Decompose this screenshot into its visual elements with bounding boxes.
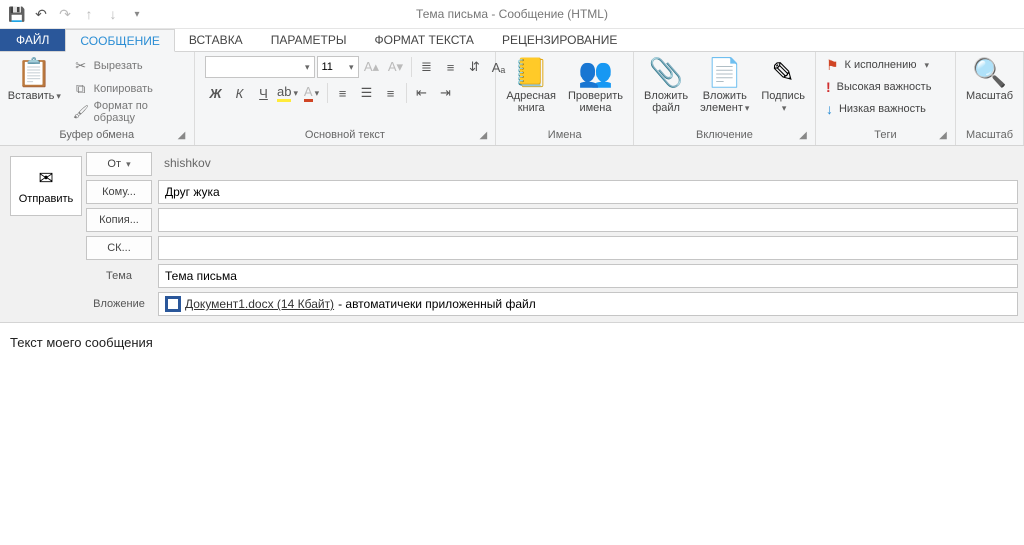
low-importance-button[interactable]: ↓Низкая важность [820,98,951,120]
zoom-button[interactable]: 🔍 Масштаб [960,54,1019,104]
attach-file-button[interactable]: 📎 Вложить файл [638,54,694,116]
high-importance-icon: ! [826,79,831,95]
follow-up-button[interactable]: ⚑К исполнению▾ [820,54,951,76]
numbering-button[interactable]: ≡ [440,56,462,78]
align-right-button[interactable]: ≡ [380,82,402,104]
to-button[interactable]: Кому... [86,180,152,204]
message-header: ✉ Отправить От ▾ shishkov Кому... Копия.… [0,146,1024,323]
group-clipboard: 📋 Вставить▾ ✂Вырезать ⧉Копировать 🖌Форма… [0,52,195,145]
grow-font-button[interactable]: A▴ [361,56,383,78]
word-document-icon [165,296,181,312]
signature-button[interactable]: ✎ Подпись▾ [755,54,811,116]
next-item-button[interactable]: ↓ [102,3,124,25]
redo-icon: ↷ [59,6,71,23]
font-size-combo[interactable]: 11▾ [317,56,359,78]
cut-button[interactable]: ✂Вырезать [69,55,186,77]
attach-item-button[interactable]: 📄 Вложить элемент▾ [694,54,755,116]
high-importance-button[interactable]: !Высокая важность [820,76,951,98]
font-color-button[interactable]: A▾ [301,82,323,104]
brush-icon: 🖌 [73,104,89,120]
send-button[interactable]: ✉ Отправить [10,156,82,216]
save-button[interactable]: 💾 [6,3,28,25]
attachment-link[interactable]: Документ1.docx (14 Кбайт) [185,297,334,311]
redo-button[interactable]: ↷ [54,3,76,25]
group-zoom: 🔍 Масштаб Масштаб [956,52,1024,145]
undo-icon: ↶ [35,6,47,23]
italic-button[interactable]: К [229,82,251,104]
ribbon: 📋 Вставить▾ ✂Вырезать ⧉Копировать 🖌Форма… [0,52,1024,146]
window-title: Тема письма - Сообщение (HTML) [0,7,1024,21]
ribbon-tabs: ФАЙЛ СООБЩЕНИЕ ВСТАВКА ПАРАМЕТРЫ ФОРМАТ … [0,29,1024,52]
attachment-note: - автоматичеки приложенный файл [338,297,536,311]
attachment-box[interactable]: Документ1.docx (14 Кбайт) - автоматичеки… [158,292,1018,316]
group-tags: ⚑К исполнению▾ !Высокая важность ↓Низкая… [816,52,956,145]
group-names: 📒 Адресная книга 👥 Проверить имена Имена [496,52,634,145]
flag-icon: ⚑ [826,57,839,74]
tab-review[interactable]: РЕЦЕНЗИРОВАНИЕ [488,29,631,51]
subject-label: Тема [86,270,152,282]
copy-button[interactable]: ⧉Копировать [69,78,186,100]
align-left-button[interactable]: ≡ [332,82,354,104]
magnifier-icon: 🔍 [973,56,1005,88]
bullets-button[interactable]: ≣ [416,56,438,78]
to-field[interactable] [158,180,1018,204]
tab-options[interactable]: ПАРАМЕТРЫ [257,29,361,51]
line-spacing-button[interactable]: ⇵ [464,56,486,78]
attach-item-icon: 📄 [709,56,741,88]
font-family-combo[interactable]: ▾ [205,56,315,78]
group-include: 📎 Вложить файл 📄 Вложить элемент▾ ✎ Подп… [634,52,816,145]
group-basic-text: ▾ 11▾ A▴ A▾ ≣ ≡ ⇵ Aₐ Ж К Ч ab▾ A▾ ≡ ☰ ≡ [195,52,497,145]
bold-button[interactable]: Ж [205,82,227,104]
attachment-label: Вложение [86,298,152,310]
copy-icon: ⧉ [73,81,89,97]
tags-dialog-launcher[interactable]: ◢ [937,130,949,142]
from-button[interactable]: От ▾ [86,152,152,176]
down-arrow-icon: ↓ [110,6,117,22]
tab-file[interactable]: ФАЙЛ [0,29,65,51]
basic-text-dialog-launcher[interactable]: ◢ [477,130,489,142]
paperclip-icon: 📎 [650,56,682,88]
increase-indent-button[interactable]: ⇥ [435,82,457,104]
tab-format-text[interactable]: ФОРМАТ ТЕКСТА [360,29,487,51]
address-book-button[interactable]: 📒 Адресная книга [500,54,562,116]
check-names-button[interactable]: 👥 Проверить имена [562,54,629,116]
align-center-button[interactable]: ☰ [356,82,378,104]
up-arrow-icon: ↑ [86,6,93,22]
font-color-icon: A [304,84,313,102]
check-names-icon: 👥 [579,56,611,88]
subject-field[interactable] [158,264,1018,288]
cc-button[interactable]: Копия... [86,208,152,232]
qat-customize-button[interactable]: ▾ [126,3,148,25]
signature-icon: ✎ [767,56,799,88]
highlight-button[interactable]: ab▾ [277,82,299,104]
bcc-button[interactable]: СК... [86,236,152,260]
tab-insert[interactable]: ВСТАВКА [175,29,257,51]
undo-button[interactable]: ↶ [30,3,52,25]
shrink-font-button[interactable]: A▾ [385,56,407,78]
message-body[interactable]: Текст моего сообщения [0,323,1024,362]
highlight-icon: ab [277,84,291,102]
low-importance-icon: ↓ [826,101,833,117]
tab-message[interactable]: СООБЩЕНИЕ [65,29,175,52]
send-icon: ✉ [38,168,53,189]
quick-access-toolbar: 💾 ↶ ↷ ↑ ↓ ▾ [6,3,148,25]
body-text: Текст моего сообщения [10,335,153,350]
titlebar: 💾 ↶ ↷ ↑ ↓ ▾ Тема письма - Сообщение (HTM… [0,0,1024,29]
decrease-indent-button[interactable]: ⇤ [411,82,433,104]
save-icon: 💾 [8,6,25,23]
underline-button[interactable]: Ч [253,82,275,104]
format-painter-button[interactable]: 🖌Формат по образцу [69,101,186,123]
prev-item-button[interactable]: ↑ [78,3,100,25]
address-book-icon: 📒 [515,56,547,88]
paste-icon: 📋 [18,56,50,88]
clipboard-dialog-launcher[interactable]: ◢ [176,130,188,142]
cut-icon: ✂ [73,58,89,74]
include-dialog-launcher[interactable]: ◢ [797,130,809,142]
paste-button[interactable]: 📋 Вставить▾ [4,54,65,104]
from-value: shishkov [158,152,1018,176]
cc-field[interactable] [158,208,1018,232]
bcc-field[interactable] [158,236,1018,260]
